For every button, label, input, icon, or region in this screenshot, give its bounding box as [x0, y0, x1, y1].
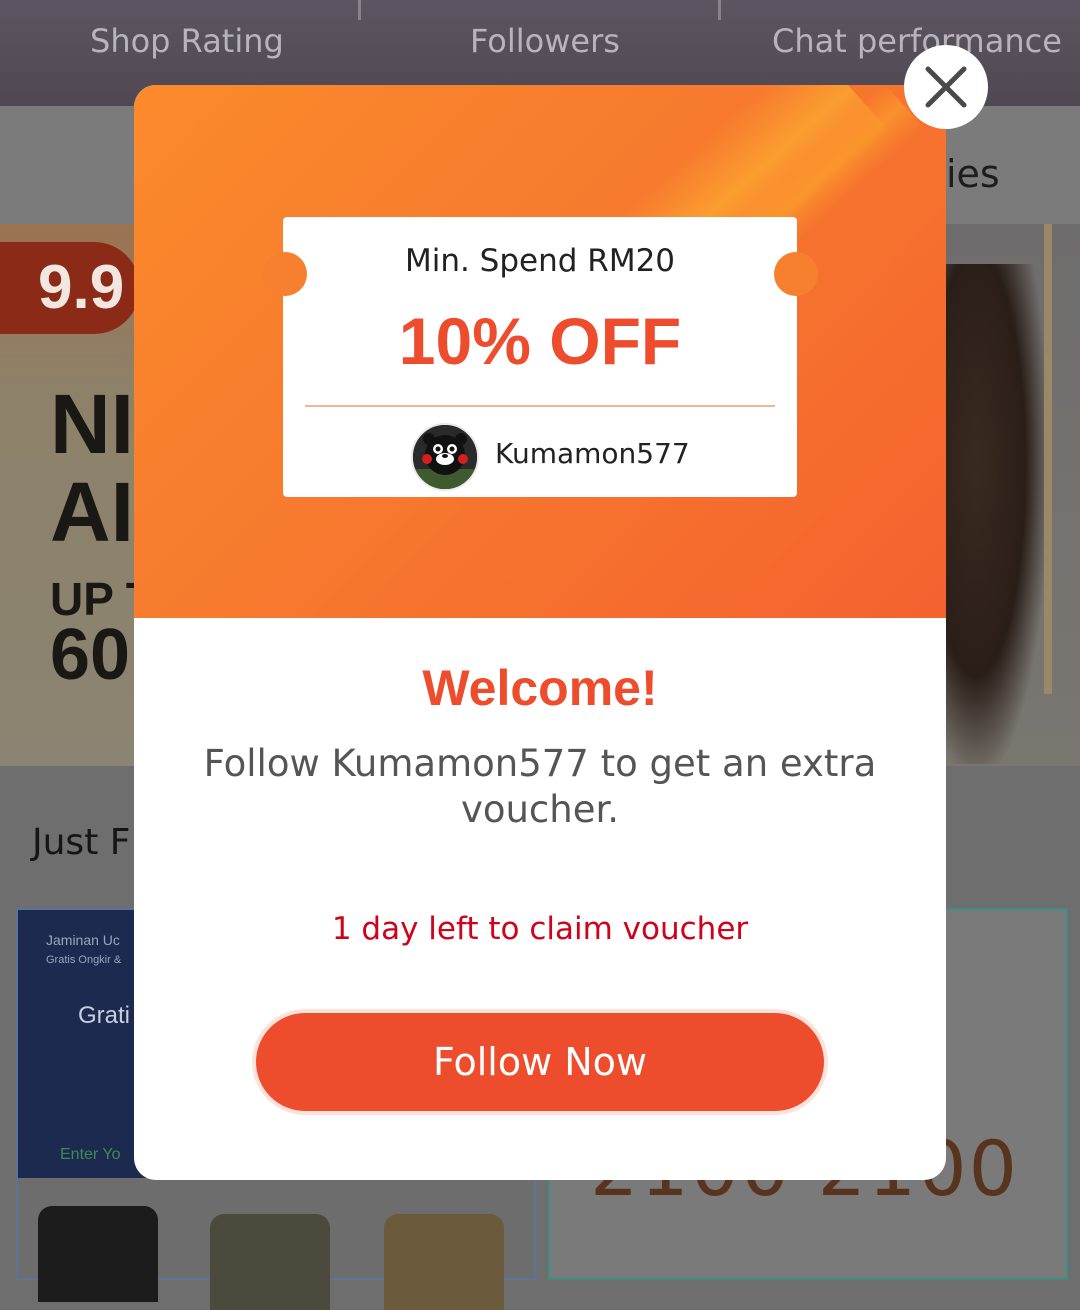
stat-divider [718, 0, 721, 20]
product-promo-text: Enter Yo [60, 1146, 121, 1163]
voucher-shop-name: Kumamon577 [495, 437, 690, 470]
voucher-notch-right [774, 252, 818, 296]
follow-now-button[interactable]: Follow Now [252, 1009, 828, 1115]
product-promo-text: Grati [78, 1002, 131, 1029]
close-modal-button[interactable] [904, 45, 988, 129]
tab-categories-partial: ies [946, 152, 1000, 196]
voucher-discount: 10% OFF [398, 304, 682, 378]
followers-label: Followers [470, 22, 620, 60]
banner-percent: 60 [50, 615, 131, 695]
welcome-title: Welcome! [422, 660, 658, 716]
vest-image [38, 1206, 158, 1302]
days-left-notice: 1 day left to claim voucher [331, 911, 749, 947]
follow-voucher-modal: Min. Spend RM20 10% OFF Kumamon577 Welco… [134, 85, 946, 1180]
product-promo-text: Gratis Ongkir & [46, 954, 122, 966]
model-image [946, 264, 1046, 764]
vest-image [384, 1214, 504, 1310]
voucher-card: Min. Spend RM20 10% OFF Kumamon577 [283, 217, 797, 497]
frame-decoration [1044, 224, 1052, 694]
voucher-notch-left [263, 252, 307, 296]
kumamon-avatar-icon [413, 425, 477, 489]
shop-rating-label: Shop Rating [90, 22, 284, 60]
sale-badge: 9.9 [0, 242, 140, 334]
section-title: Just F [32, 822, 131, 863]
product-promo-text: Jaminan Uc [46, 932, 120, 948]
modal-header: Min. Spend RM20 10% OFF Kumamon577 [134, 85, 946, 618]
product-image-strip [18, 1178, 534, 1310]
banner-headline-2: AI [50, 465, 134, 559]
stat-divider [358, 0, 361, 20]
banner-headline-1: NI [50, 377, 134, 471]
voucher-divider [305, 405, 775, 407]
follow-description: Follow Kumamon577 to get an extra vouche… [203, 742, 877, 831]
close-icon [925, 66, 967, 108]
voucher-min-spend: Min. Spend RM20 [404, 243, 676, 279]
vest-image [210, 1214, 330, 1310]
shop-avatar [411, 423, 479, 491]
